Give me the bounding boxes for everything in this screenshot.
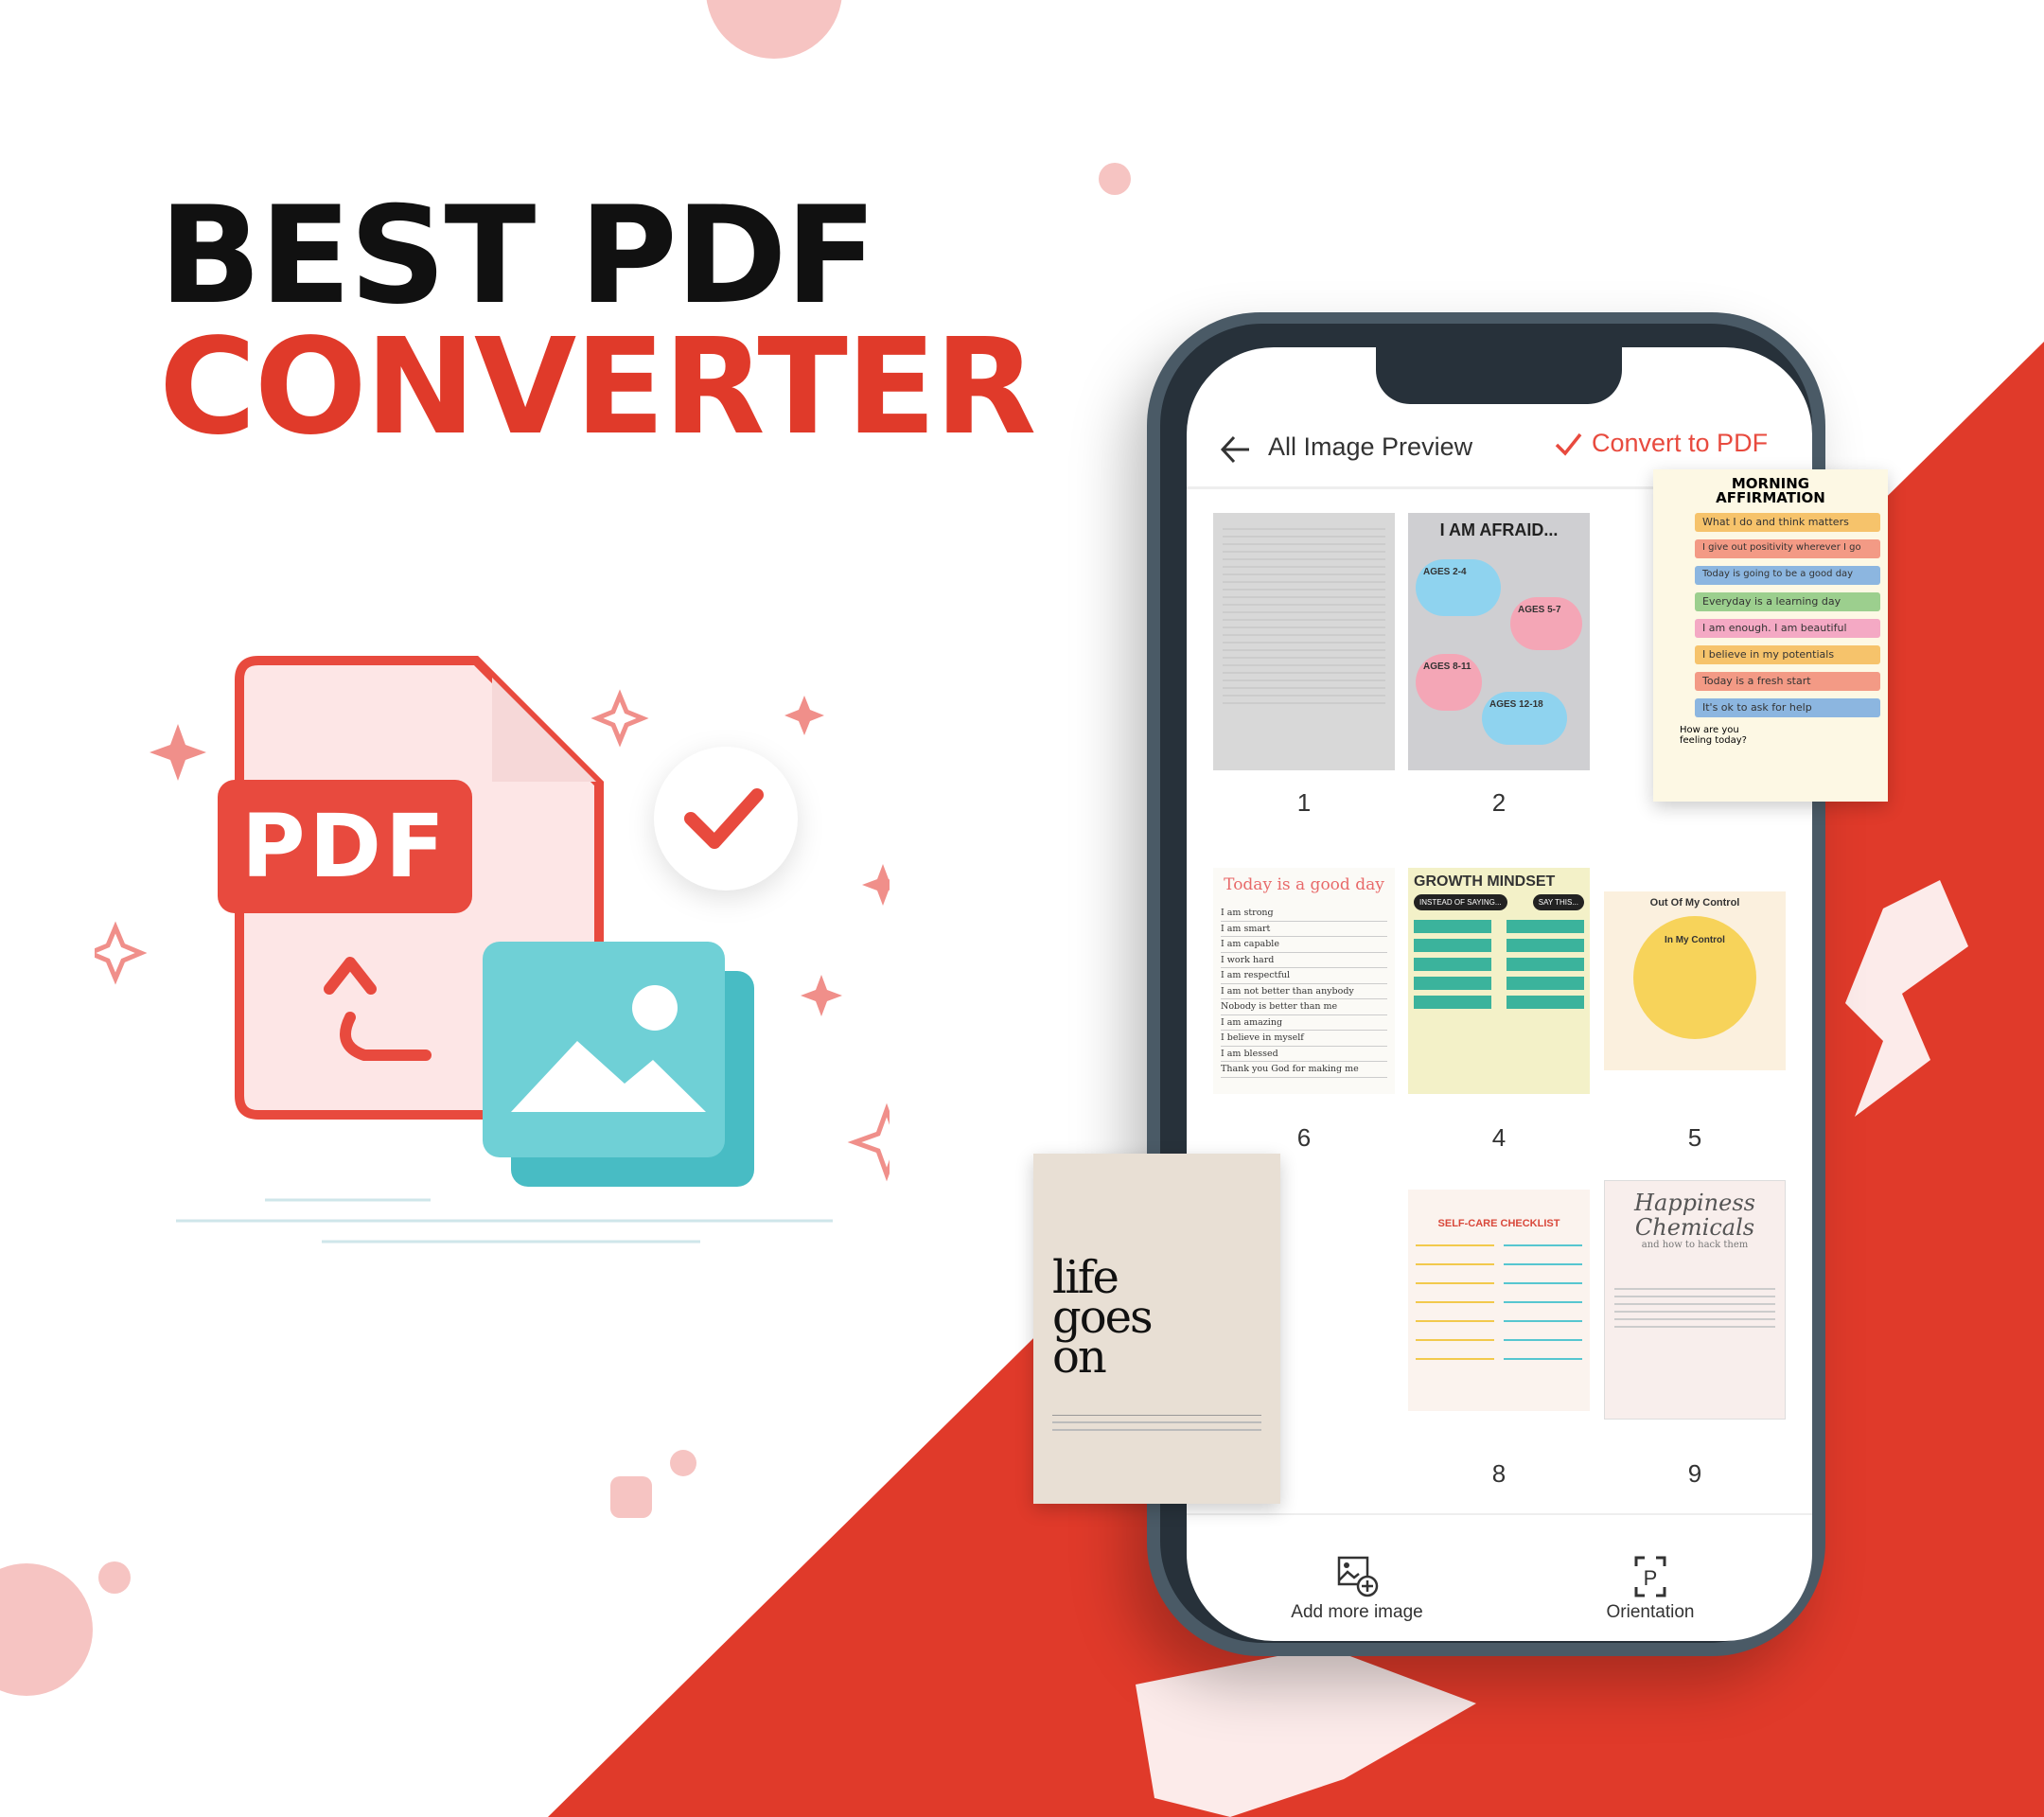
pdf-badge: PDF — [241, 796, 449, 897]
thumb-title: Today is a good day — [1224, 875, 1384, 894]
thumb-label: INSTEAD OF SAYING... — [1414, 894, 1507, 910]
orientation-button[interactable]: P Orientation — [1565, 1515, 1736, 1638]
add-more-image-button[interactable]: Add more image — [1253, 1515, 1461, 1638]
thumbnail-3[interactable]: MORNING AFFIRMATION What I do and think … — [1653, 469, 1888, 802]
convert-to-pdf-button[interactable]: Convert to PDF — [1554, 429, 1768, 458]
thumb-title: I AM AFRAID... — [1439, 520, 1559, 539]
affirmation-item: I give out positivity wherever I go — [1695, 539, 1880, 558]
thumb-line: I am amazing — [1221, 1015, 1387, 1031]
thumb-line: I am blessed — [1221, 1047, 1387, 1062]
thumb-label: SAY THIS... — [1532, 894, 1584, 910]
thumb-label: AGES 5-7 — [1510, 597, 1582, 650]
decor-circle — [98, 1561, 131, 1594]
thumb-line: Nobody is better than me — [1221, 999, 1387, 1015]
decor-square — [610, 1476, 652, 1518]
pdf-illustration — [95, 656, 890, 1244]
add-image-icon — [1337, 1556, 1379, 1597]
bottom-toolbar: Add more image P Orientation — [1187, 1513, 1812, 1636]
svg-text:P: P — [1644, 1566, 1658, 1590]
thumb-line: I work hard — [1221, 953, 1387, 968]
headline-line1: BEST PDF — [159, 178, 877, 334]
thumb-line: I am respectful — [1221, 968, 1387, 984]
affirmation-item: Everyday is a learning day — [1695, 592, 1880, 611]
thumbnail-number: 8 — [1491, 1459, 1507, 1488]
arrow-left-icon[interactable] — [1219, 432, 1253, 467]
thumbnail-5[interactable]: Out Of My Control In My Control — [1604, 891, 1786, 1070]
thumb-title: Out Of My Control — [1649, 897, 1740, 908]
convert-label: Convert to PDF — [1592, 429, 1769, 457]
affirmation-item: It's ok to ask for help — [1695, 698, 1880, 717]
thumb-line: I am strong — [1221, 906, 1387, 922]
thumbnail-2[interactable]: I AM AFRAID... AGES 2-4 AGES 5-7 AGES 8-… — [1408, 513, 1590, 770]
thumb-title: GROWTH MINDSET — [1414, 873, 1556, 890]
thumbnail-number: 1 — [1296, 788, 1312, 817]
affirmation-item: I am enough. I am beautiful — [1695, 619, 1880, 638]
thumbnail-1[interactable] — [1213, 513, 1395, 770]
thumb-line: I am not better than anybody — [1221, 984, 1387, 999]
thumbnail-9[interactable]: Happiness Chemicals and how to hack them — [1604, 1180, 1786, 1420]
image-icon — [483, 942, 725, 1157]
thumbnail-4[interactable]: GROWTH MINDSET INSTEAD OF SAYING... SAY … — [1408, 868, 1590, 1094]
affirmation-item: I believe in my potentials — [1695, 645, 1880, 664]
thumb-line: Thank you God for making me — [1221, 1062, 1387, 1078]
check-icon — [1555, 432, 1582, 456]
thumb-title: Chemicals — [1634, 1214, 1755, 1241]
thumb-title: life goes on — [1052, 1251, 1154, 1384]
headline-line2: CONVERTER — [159, 310, 1036, 465]
thumbnail-7[interactable]: life goes on — [1033, 1154, 1280, 1504]
thumbnail-number: 2 — [1491, 788, 1507, 817]
thumbnail-6[interactable]: Today is a good day I am strong I am sma… — [1213, 868, 1395, 1094]
phone-notch — [1376, 347, 1622, 404]
decor-circle — [670, 1450, 696, 1476]
thumb-label: AGES 2-4 — [1416, 559, 1501, 616]
thumb-line: I am smart — [1221, 922, 1387, 937]
thumb-title: AFFIRMATION — [1716, 489, 1825, 506]
thumb-label: AGES 8-11 — [1416, 654, 1482, 711]
thumbnail-number: 5 — [1687, 1123, 1702, 1152]
thumb-label: In My Control — [1633, 916, 1756, 1039]
thumbnail-8[interactable]: SELF-CARE CHECKLIST — [1408, 1190, 1590, 1411]
add-more-image-label: Add more image — [1291, 1602, 1423, 1622]
thumb-line: I believe in myself — [1221, 1031, 1387, 1047]
page-title: All Image Preview — [1268, 432, 1473, 461]
orientation-label: Orientation — [1606, 1602, 1695, 1622]
affirmation-item: What I do and think matters — [1695, 513, 1880, 532]
thumb-label: AGES 12-18 — [1482, 692, 1567, 745]
thumbnail-number: 4 — [1491, 1123, 1507, 1152]
orientation-icon: P — [1634, 1556, 1666, 1597]
affirmation-item: Today is a fresh start — [1695, 672, 1880, 691]
thumbnail-number: 9 — [1687, 1459, 1702, 1488]
thumb-title: SELF-CARE CHECKLIST — [1437, 1218, 1560, 1229]
affirmation-item: Today is going to be a good day — [1695, 566, 1880, 585]
affirmation-footer: How are you feeling today? — [1680, 725, 1747, 746]
thumb-line: I am capable — [1221, 937, 1387, 953]
decor-circle — [1099, 163, 1131, 195]
thumbnail-number: 6 — [1296, 1123, 1312, 1152]
thumb-title: Happiness — [1634, 1190, 1755, 1216]
thumb-subtitle: and how to hack them — [1641, 1240, 1749, 1250]
